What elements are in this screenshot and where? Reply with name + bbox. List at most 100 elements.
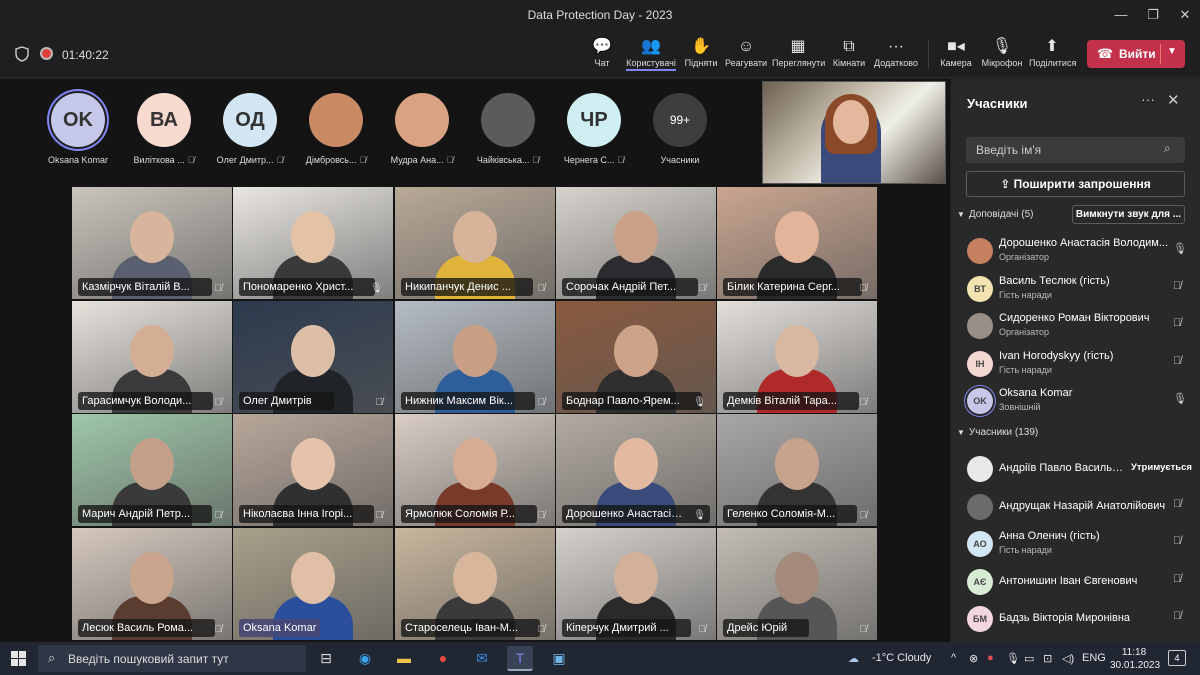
maximize-icon[interactable]: ❐ bbox=[1142, 4, 1164, 26]
mute-all-button[interactable]: Вимкнути звук для ... bbox=[1072, 205, 1185, 224]
chevron-down-icon[interactable]: ▼ bbox=[1167, 46, 1177, 57]
teams-meeting-window: Data Protection Day - 2023 — ❐ ✕ 01:40:2… bbox=[0, 0, 1200, 675]
camera-button[interactable]: ■◂ Камера bbox=[940, 36, 972, 74]
leave-button[interactable]: ☎ Вийти ▼ bbox=[1087, 40, 1185, 68]
close-icon[interactable]: ✕ bbox=[1174, 4, 1196, 26]
recording-tray-icon[interactable]: ● bbox=[987, 652, 994, 664]
task-view-icon[interactable]: ⊟ bbox=[313, 646, 339, 671]
video-tile[interactable]: Марич Андрій Петр... 🎙̸ bbox=[72, 414, 232, 526]
participant-avatar[interactable]: ЧР Чернега С... 🎙̸ bbox=[552, 93, 636, 165]
avatar bbox=[481, 93, 535, 147]
photos-icon[interactable]: ▣ bbox=[546, 646, 572, 671]
search-participants-input[interactable] bbox=[966, 137, 1185, 163]
participant-avatar[interactable]: Дімбровсь... 🎙̸ bbox=[294, 93, 378, 165]
avatar-name: Дімбровсь... 🎙̸ bbox=[305, 155, 367, 165]
participant-strip: OK Oksana Komar ВА Виліткова ... 🎙̸ ОД Олег Дм… bbox=[0, 79, 760, 183]
more-options-icon[interactable]: ··· bbox=[1141, 91, 1155, 107]
video-tile[interactable]: Кіперчук Дмитрий ... 🎙̸ bbox=[556, 528, 716, 640]
mic-icon: 🎙 bbox=[693, 397, 706, 408]
notification-center-icon[interactable]: 4 bbox=[1168, 650, 1186, 666]
taskbar-clock[interactable]: 11:18 30.01.2023 bbox=[1110, 646, 1160, 672]
video-tile[interactable]: Ярмолюк Соломія Р... 🎙̸ bbox=[395, 414, 555, 526]
participant-row[interactable]: Сидоренко Роман Вікторович Організатор 🎙̸ bbox=[951, 307, 1200, 343]
participant-avatar[interactable]: ОД Олег Дмитр... 🎙̸ bbox=[208, 93, 292, 165]
edge-icon[interactable]: ◉ bbox=[352, 646, 378, 671]
weather-icon[interactable]: ☁ bbox=[848, 652, 859, 665]
volume-icon[interactable]: ◁) bbox=[1062, 652, 1074, 665]
teams-icon[interactable]: T bbox=[507, 646, 533, 671]
video-tile[interactable]: Казмірчук Віталій В... 🎙̸ bbox=[72, 187, 232, 299]
chrome-icon[interactable]: ● bbox=[430, 646, 456, 671]
battery-icon[interactable]: ▭ bbox=[1024, 652, 1034, 665]
participant-row[interactable]: Дорошенко Анастасія Володим... Організато… bbox=[951, 232, 1200, 268]
video-tile[interactable]: Никипанчук Денис ... 🎙̸ bbox=[395, 187, 555, 299]
video-tile[interactable]: Сорочак Андрій Пет... 🎙̸ bbox=[556, 187, 716, 299]
video-tile[interactable]: Олег Дмитрів 🎙̸ bbox=[233, 301, 393, 413]
share-button[interactable]: ⬆ Поділитися bbox=[1029, 36, 1076, 74]
more-participants-button[interactable]: 99+ Учасники bbox=[638, 93, 722, 165]
search-icon[interactable]: ⌕ bbox=[1164, 141, 1171, 156]
participant-avatar[interactable]: ВА Виліткова ... 🎙̸ bbox=[122, 93, 206, 165]
video-tile[interactable]: Геленко Соломія-М... 🎙̸ bbox=[717, 414, 877, 526]
view-button[interactable]: ▦ Переглянути bbox=[772, 36, 825, 74]
people-button[interactable]: 👥 Користувачі bbox=[626, 36, 676, 74]
participant-row[interactable]: БМ Бадзь Вікторія Миронівна 🎙̸ bbox=[951, 600, 1200, 636]
attendees-section-header[interactable]: ▼ Учасники (139) bbox=[957, 427, 1038, 438]
participant-row[interactable]: OK Oksana Komar Зовнішній 🎙 bbox=[951, 382, 1200, 418]
participant-row[interactable]: IH Ivan Horodyskyy (гість) Гість наради 🎙̸ bbox=[951, 345, 1200, 381]
taskbar-search-box[interactable]: ⌕ Введіть пошуковий запит тут bbox=[38, 645, 306, 672]
participant-avatar[interactable]: OK Oksana Komar bbox=[36, 93, 120, 165]
avatar: ВТ bbox=[967, 275, 993, 302]
video-tile[interactable]: Білик Катерина Серг... 🎙̸ bbox=[717, 187, 877, 299]
file-explorer-icon[interactable]: ▬ bbox=[391, 646, 417, 671]
participant-avatar[interactable]: Чайківська... 🎙̸ bbox=[466, 93, 550, 165]
mic-muted-icon: 🎙̸ bbox=[1173, 610, 1182, 622]
video-tile[interactable]: Пономаренко Христ... 🎙 bbox=[233, 187, 393, 299]
participant-row[interactable]: АО Анна Оленич (гість) Гість наради 🎙̸ bbox=[951, 525, 1200, 561]
mic-muted-icon: 🎙̸ bbox=[214, 510, 223, 521]
avatar-name: Мудра Ана... 🎙̸ bbox=[390, 155, 454, 165]
participant-row[interactable]: Андрущак Назарій Анатолійович 🎙̸ bbox=[951, 488, 1200, 524]
participant-row[interactable]: АЄ Антонишин Іван Євгенович 🎙̸ bbox=[951, 563, 1200, 599]
participant-row[interactable]: ВТ Василь Теслюк (гість) Гість наради 🎙̸ bbox=[951, 270, 1200, 306]
video-tile[interactable]: Староселець Іван-М... 🎙̸ bbox=[395, 528, 555, 640]
video-person-face bbox=[614, 325, 658, 377]
people-icon: 👥 bbox=[641, 38, 661, 55]
presenters-section-header[interactable]: ▼ Доповідачі (5) bbox=[957, 209, 1034, 220]
video-tile[interactable]: Гарасимчук Володи... 🎙̸ bbox=[72, 301, 232, 413]
mic-icon: 🎙 bbox=[1173, 393, 1187, 405]
teams-tray-icon[interactable]: ⊗ bbox=[969, 652, 978, 665]
video-tile[interactable]: Нижник Максим Вік... 🎙̸ bbox=[395, 301, 555, 413]
participant-avatar[interactable]: Мудра Ана... 🎙̸ bbox=[380, 93, 464, 165]
self-video-preview[interactable] bbox=[762, 81, 946, 184]
mic-tray-icon[interactable]: 🎙 bbox=[1006, 652, 1020, 665]
more-button[interactable]: ··· Додатково bbox=[873, 36, 919, 74]
weather-text[interactable]: -1°C Cloudy bbox=[872, 652, 931, 664]
mic-muted-icon: 🎙̸ bbox=[214, 624, 223, 635]
video-tile[interactable]: Ніколаєва Інна Ігорі... 🎙̸ bbox=[233, 414, 393, 526]
video-tile-name: Демків Віталій Тара... bbox=[723, 392, 859, 410]
rooms-button[interactable]: ⧉ Кімнати bbox=[832, 36, 866, 74]
video-tile[interactable]: Боднар Павло-Ярем... 🎙 bbox=[556, 301, 716, 413]
participant-row[interactable]: Андріїв Павло Васильов... Утримується bbox=[951, 450, 1200, 486]
mail-icon[interactable]: ✉ bbox=[469, 646, 495, 671]
mic-button[interactable]: 🎙 Мікрофон bbox=[980, 36, 1024, 74]
close-panel-icon[interactable]: ✕ bbox=[1167, 91, 1180, 109]
react-button[interactable]: ☺ Реагувати bbox=[725, 36, 767, 74]
windows-start-icon[interactable] bbox=[11, 651, 26, 666]
chat-button[interactable]: 💬 Чат bbox=[588, 36, 616, 74]
minimize-icon[interactable]: — bbox=[1110, 4, 1132, 26]
language-indicator[interactable]: ENG bbox=[1082, 652, 1106, 664]
video-tile[interactable]: Дорошенко Анастасія ... 🎙 bbox=[556, 414, 716, 526]
video-tile[interactable]: Oksana Komar bbox=[233, 528, 393, 640]
network-icon[interactable]: ⊡ bbox=[1043, 652, 1052, 665]
video-tile[interactable]: Дрейс Юрій 🎙̸ bbox=[717, 528, 877, 640]
video-tile-name: Нижник Максим Вік... bbox=[401, 392, 535, 410]
avatar-name: Виліткова ... 🎙̸ bbox=[133, 155, 195, 165]
video-tile[interactable]: Лесюк Василь Рома... 🎙̸ bbox=[72, 528, 232, 640]
mic-muted-icon: 🎙̸ bbox=[276, 155, 284, 165]
video-tile[interactable]: Демків Віталій Тара... 🎙̸ bbox=[717, 301, 877, 413]
raise-hand-button[interactable]: ✋ Підняти bbox=[684, 36, 718, 74]
tray-chevron-up-icon[interactable]: ^ bbox=[951, 652, 956, 664]
share-invite-button[interactable]: ⇪ Поширити запрошення bbox=[966, 171, 1185, 197]
